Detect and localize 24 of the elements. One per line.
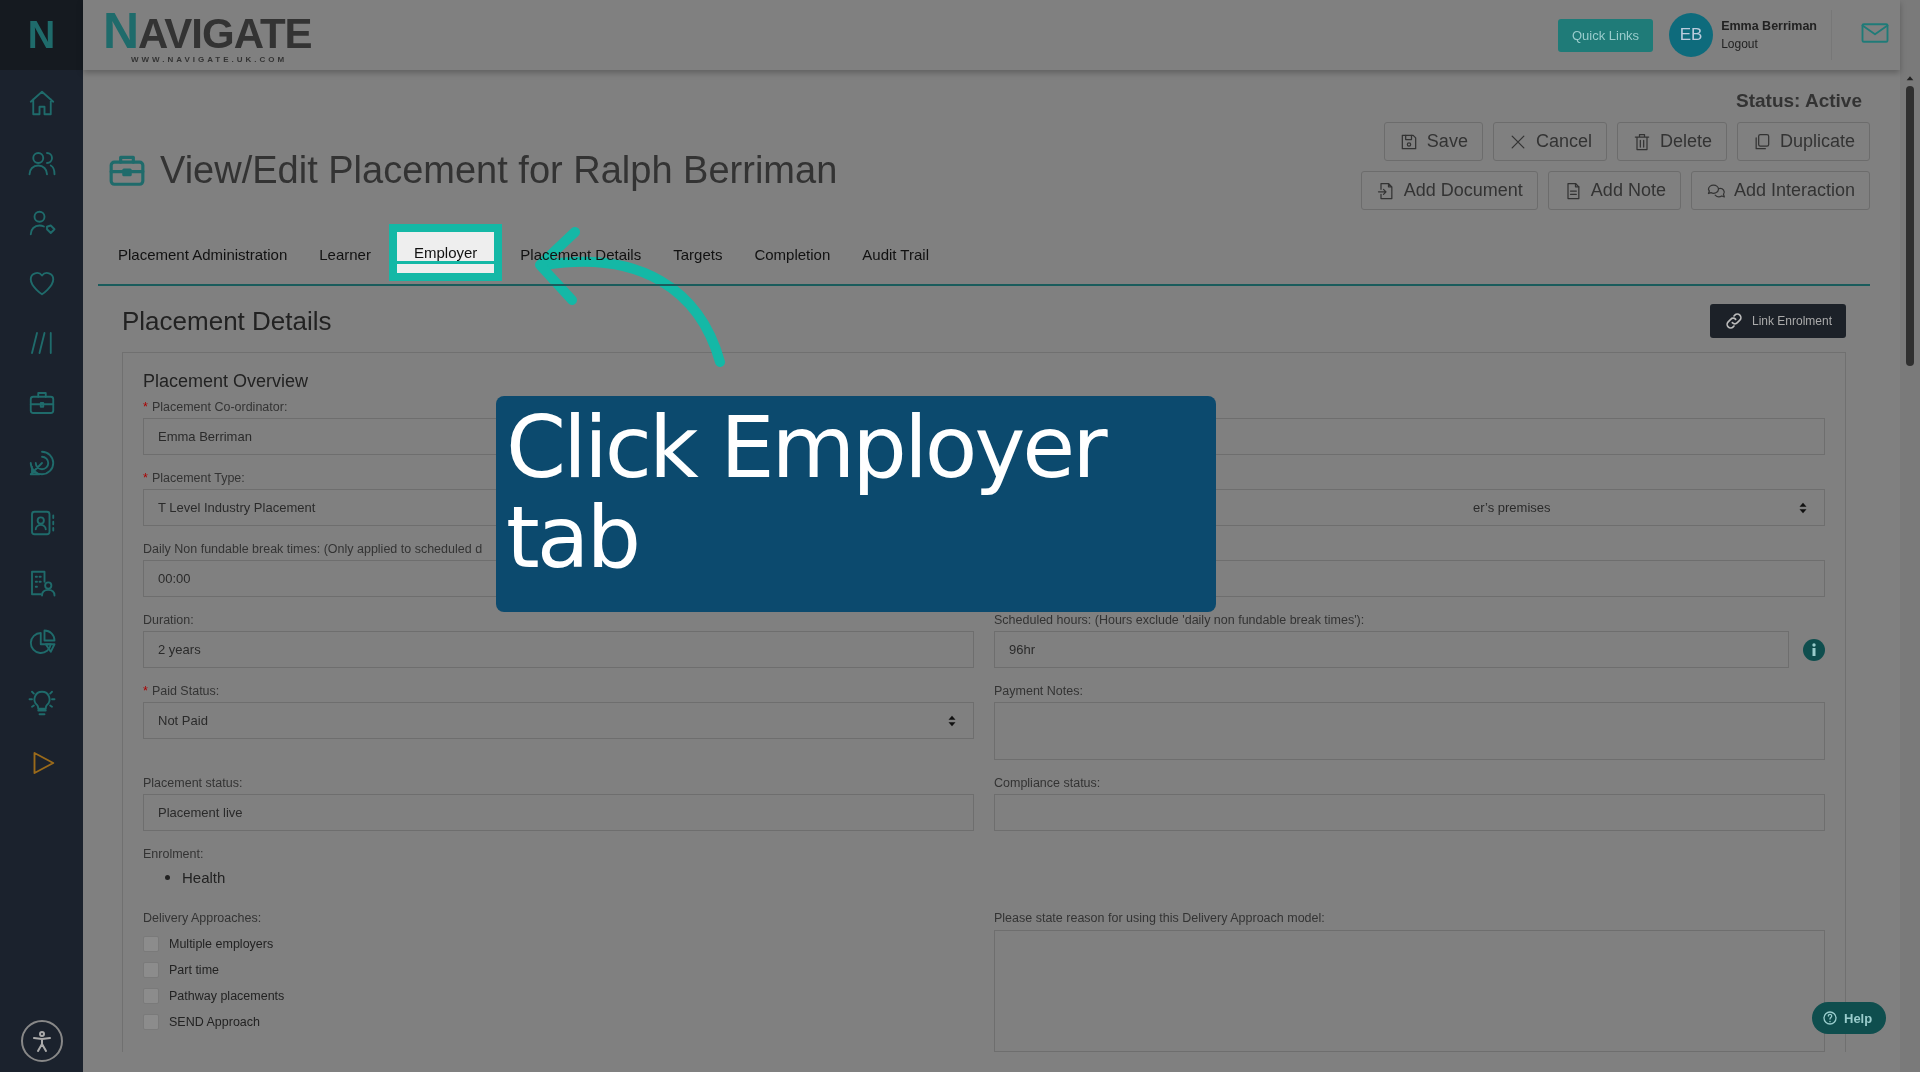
logo-url: WWW.NAVIGATE.UK.COM bbox=[131, 56, 289, 64]
field-label: Payment Notes: bbox=[994, 684, 1084, 699]
section-title: Placement Details bbox=[122, 305, 332, 337]
field-label: Compliance status: bbox=[994, 776, 1102, 791]
field-label: Enrolment: bbox=[143, 847, 204, 861]
field-label: Daily Non fundable break times: (Only applied to scheduled d bbox=[143, 542, 484, 557]
checkbox-label: SEND Approach bbox=[169, 1015, 261, 1029]
instruction-tooltip: Click Employer tab bbox=[496, 396, 1216, 612]
checkbox-label: Pathway placements bbox=[169, 989, 285, 1003]
field-label: * Placement Co-ordinator: bbox=[143, 400, 289, 415]
page-title: View/Edit Placement for Ralph Berriman bbox=[160, 148, 838, 192]
field-label: * Paid Status: bbox=[143, 684, 221, 699]
field-label: Scheduled hours: (Hours exclude 'daily non fundable break times'): bbox=[994, 613, 1366, 628]
field-label: Duration: bbox=[143, 613, 195, 628]
user-name: Emma Berriman bbox=[1721, 19, 1817, 33]
field-label: * Placement Type: bbox=[143, 471, 246, 486]
subsection-title: Placement Overview bbox=[143, 371, 310, 392]
enrolment-item: Health bbox=[182, 869, 226, 886]
field-label: Delivery Approaches: bbox=[143, 911, 262, 925]
status-text: Status: Active bbox=[1736, 90, 1862, 112]
checkbox-label: Multiple employers bbox=[169, 937, 274, 951]
field-label: Placement status: bbox=[143, 776, 244, 791]
checkbox-label: Part time bbox=[169, 963, 219, 977]
field-label: Please state reason for using this Delivery Approach model: bbox=[994, 911, 1325, 925]
